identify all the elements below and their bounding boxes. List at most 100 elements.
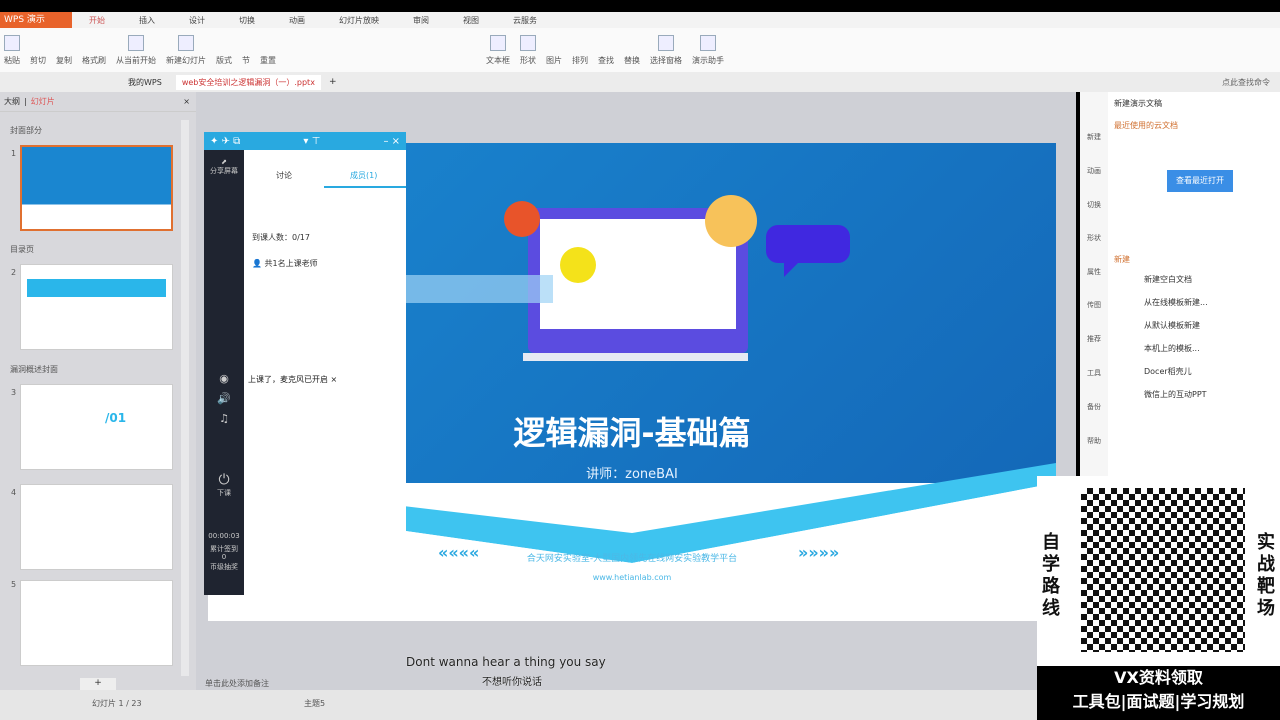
label: 形状	[520, 56, 536, 65]
attendance-count: 到课人数：0/17	[252, 233, 310, 242]
add-slide-button[interactable]: +	[80, 678, 116, 690]
panel-tools-icon[interactable]: ✦ ✈ ⧉	[210, 136, 240, 147]
label: 演示助手	[692, 56, 724, 65]
pin-icon[interactable]: ▾ ⊤	[303, 136, 320, 147]
side-properties[interactable]: 属性	[1080, 267, 1108, 277]
command-search[interactable]: 点此查找命令	[1222, 77, 1270, 88]
shape-button[interactable]: 形状	[520, 35, 536, 66]
new-slide-button[interactable]: 新建幻灯片	[166, 35, 206, 66]
presentation-assistant-button[interactable]: 演示助手	[692, 35, 724, 66]
textbox-icon	[490, 35, 506, 51]
menu-tab-cloud[interactable]: 云服务	[496, 15, 554, 26]
side-help[interactable]: 帮助	[1080, 436, 1108, 446]
slide-thumbnail-1[interactable]	[20, 145, 173, 231]
side-upload-image[interactable]: 传图	[1080, 300, 1108, 310]
side-tools[interactable]: 工具	[1080, 368, 1108, 378]
menu-tab-insert[interactable]: 插入	[122, 15, 172, 26]
docer-link[interactable]: Docer稻壳儿	[1144, 366, 1192, 377]
reset-button[interactable]: 重置	[260, 55, 276, 66]
outline-tab[interactable]: 大纲	[4, 96, 20, 107]
side-recommend[interactable]: 推荐	[1080, 334, 1108, 344]
cut-button[interactable]: 剪切	[30, 55, 46, 66]
new-from-default-template[interactable]: 从默认模板新建	[1144, 320, 1200, 331]
section-label[interactable]: 漏洞概述封面	[0, 364, 58, 375]
slide-number: 4	[11, 488, 17, 497]
slide-panel: 大纲 | 幻灯片 × 封面部分 1 目录页 2 漏洞概述封面 3 /01 4 5 +	[0, 92, 196, 690]
menu-tab-design[interactable]: 设计	[172, 15, 222, 26]
replace-button[interactable]: 替换	[624, 55, 640, 66]
side-transition[interactable]: 切换	[1080, 200, 1108, 210]
slide-thumbnail-5[interactable]	[20, 580, 173, 666]
assistant-icon	[700, 35, 716, 51]
slides-tab[interactable]: 幻灯片	[31, 96, 55, 107]
label: 文本框	[486, 56, 510, 65]
close-icon[interactable]: ×	[331, 375, 338, 384]
microphone-icon[interactable]: ◉	[204, 372, 244, 385]
side-backup[interactable]: 备份	[1080, 402, 1108, 412]
wechat-interactive-ppt[interactable]: 微信上的互动PPT	[1144, 389, 1207, 400]
label: 新建幻灯片	[166, 56, 206, 65]
slide-thumbnail-4[interactable]	[20, 484, 173, 570]
play-from-current-button[interactable]: 从当前开始	[116, 35, 156, 66]
paste-icon	[4, 35, 20, 51]
textbox-button[interactable]: 文本框	[486, 35, 510, 66]
subtitle-english: Dont wanna hear a thing you say	[406, 655, 606, 669]
new-blank-doc[interactable]: 新建空白文档	[1144, 274, 1192, 285]
close-icon[interactable]: ×	[183, 97, 190, 106]
label: 共1名上课老师	[264, 259, 318, 268]
paste-button[interactable]: 粘贴	[4, 35, 20, 66]
speaker-icon[interactable]: 🔊	[204, 392, 244, 405]
close-icon[interactable]: – ×	[383, 136, 400, 147]
view-recent-button[interactable]: 查看最近打开	[1167, 170, 1233, 192]
section-label[interactable]: 封面部分	[0, 125, 42, 136]
tab-members[interactable]: 成员(1)	[350, 170, 377, 181]
format-painter-button[interactable]: 格式刷	[82, 55, 106, 66]
slide-number: 5	[11, 580, 17, 589]
local-templates[interactable]: 本机上的模板...	[1144, 343, 1200, 354]
share-screen-button[interactable]: ⬈ 分享屏幕	[204, 158, 244, 176]
laptop-base	[523, 353, 748, 361]
theme-name: 主题5	[304, 699, 326, 708]
slide-number: 1	[11, 149, 17, 158]
panel-titlebar[interactable]: ✦ ✈ ⧉ ▾ ⊤ – ×	[204, 132, 406, 150]
arrange-button[interactable]: 排列	[572, 55, 588, 66]
toast-text: 上课了，麦克风已开启	[248, 375, 328, 384]
wps-app-menu[interactable]: WPS 演示	[0, 12, 72, 28]
find-button[interactable]: 查找	[598, 55, 614, 66]
layout-button[interactable]: 版式	[216, 55, 232, 66]
menu-tab-review[interactable]: 审阅	[396, 15, 446, 26]
gold-circle	[705, 195, 757, 247]
section-button[interactable]: 节	[242, 55, 250, 66]
slide-thumbnail-3[interactable]: /01	[20, 384, 173, 470]
notes-placeholder[interactable]: 单击此处添加备注	[205, 678, 269, 689]
menu-tab-transition[interactable]: 切换	[222, 15, 272, 26]
slide-thumbnail-2[interactable]	[20, 264, 173, 350]
new-heading: 新建	[1114, 255, 1130, 264]
end-class-button[interactable]: ⏻ 下课	[204, 472, 244, 498]
new-tab-button[interactable]: +	[329, 77, 337, 87]
side-animation[interactable]: 动画	[1080, 166, 1108, 176]
label: 版式	[216, 56, 232, 65]
menu-tab-animation[interactable]: 动画	[272, 15, 322, 26]
side-shape[interactable]: 形状	[1080, 233, 1108, 243]
power-icon: ⏻	[218, 472, 230, 488]
tab-document[interactable]: web安全培训之逻辑漏洞（一）.pptx	[175, 74, 321, 90]
new-presentation-dropdown[interactable]: 新建演示文稿	[1114, 98, 1162, 109]
scrollbar[interactable]	[181, 120, 189, 676]
music-icon[interactable]: ♫	[204, 412, 244, 425]
user-icon: 👤	[252, 259, 262, 268]
copy-button[interactable]: 复制	[56, 55, 72, 66]
picture-button[interactable]: 图片	[546, 55, 562, 66]
selection-pane-button[interactable]: 选择窗格	[650, 35, 682, 66]
play-icon	[128, 35, 144, 51]
tab-discuss[interactable]: 讨论	[276, 170, 292, 181]
new-slide-icon	[178, 35, 194, 51]
menu-tab-home[interactable]: 开始	[72, 15, 122, 26]
menu-tab-view[interactable]: 视图	[446, 15, 496, 26]
new-from-online-template[interactable]: 从在线模板新建...	[1144, 297, 1208, 308]
tab-my-wps[interactable]: 我的WPS	[122, 75, 168, 90]
label: 图片	[546, 56, 562, 65]
side-new[interactable]: 新建	[1080, 132, 1108, 142]
menu-tab-slideshow[interactable]: 幻灯片放映	[322, 15, 396, 26]
section-label[interactable]: 目录页	[0, 244, 34, 255]
